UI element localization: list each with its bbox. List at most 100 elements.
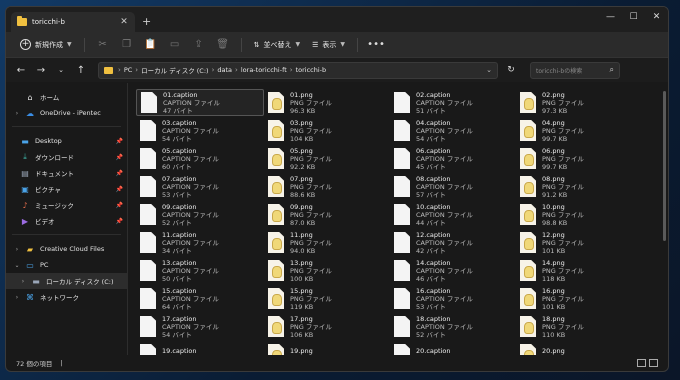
sidebar-item-pictures[interactable]: ▣ ピクチャ 📌 — [6, 181, 127, 197]
file-item[interactable]: 06.png PNG ファイル 99.7 KB — [516, 145, 642, 172]
minimize-button[interactable]: — — [599, 7, 622, 27]
file-item[interactable]: 02.png PNG ファイル 97.3 KB — [516, 89, 642, 116]
file-item[interactable]: 12.caption CAPTION ファイル 42 バイト — [390, 229, 516, 256]
chevron-down-icon[interactable]: ⌄ — [14, 262, 20, 269]
breadcrumb-data[interactable]: data — [217, 66, 232, 74]
file-item[interactable]: 05.png PNG ファイル 92.2 KB — [264, 145, 390, 172]
maximize-button[interactable]: ☐ — [622, 7, 645, 27]
file-item[interactable]: 20.captionCAPTION ファイル — [390, 341, 516, 355]
file-item[interactable]: 14.png PNG ファイル 118 KB — [516, 257, 642, 284]
back-arrow-icon[interactable]: ← — [12, 61, 30, 79]
file-item[interactable]: 16.png PNG ファイル 101 KB — [516, 285, 642, 312]
vertical-scrollbar[interactable] — [663, 91, 666, 241]
cut-icon[interactable]: ✂ — [91, 35, 115, 55]
breadcrumb-local-disk[interactable]: ローカル ディスク (C:) — [141, 65, 208, 75]
file-item[interactable]: 09.caption CAPTION ファイル 52 バイト — [136, 201, 264, 228]
sidebar-item-desktop[interactable]: ▬ Desktop 📌 — [6, 133, 127, 149]
sidebar-item-documents[interactable]: ▤ ドキュメント 📌 — [6, 165, 127, 181]
file-item[interactable]: 15.caption CAPTION ファイル 64 バイト — [136, 285, 264, 312]
delete-icon[interactable]: 🗑 — [211, 35, 235, 55]
file-item[interactable]: 01.caption CAPTION ファイル 47 バイト — [136, 89, 264, 116]
address-bar[interactable]: › PC › ローカル ディスク (C:) › data › lora-tori… — [98, 61, 498, 79]
file-name: 11.png — [290, 230, 313, 239]
file-item[interactable]: 01.png PNG ファイル 96.3 KB — [264, 89, 390, 116]
refresh-icon[interactable]: ↻ — [502, 62, 520, 79]
sidebar-item-music[interactable]: ♪ ミュージック 📌 — [6, 197, 127, 213]
sidebar-item-local-disk[interactable]: › ▬ ローカル ディスク (C:) — [6, 273, 127, 289]
file-item[interactable]: 11.caption CAPTION ファイル 34 バイト — [136, 229, 264, 256]
search-box[interactable]: toricchi-bの検索 ⌕ — [530, 61, 620, 79]
sidebar-item-home[interactable]: ⌂ ホーム — [6, 89, 127, 105]
tiles-view-icon[interactable] — [649, 359, 658, 367]
rename-icon[interactable]: ▭ — [163, 35, 187, 55]
file-item[interactable]: 17.caption CAPTION ファイル 54 バイト — [136, 313, 264, 340]
sidebar-item-downloads[interactable]: ⤓ ダウンロード 📌 — [6, 149, 127, 165]
file-item[interactable]: 02.caption CAPTION ファイル 51 バイト — [390, 89, 516, 116]
file-item[interactable]: 19.pngPNG ファイル — [264, 341, 390, 355]
recent-chevron-icon[interactable]: ⌄ — [52, 61, 70, 79]
file-item[interactable]: 14.caption CAPTION ファイル 46 バイト — [390, 257, 516, 284]
details-view-icon[interactable] — [637, 359, 646, 367]
file-item[interactable]: 04.caption CAPTION ファイル 54 バイト — [390, 117, 516, 144]
file-meta: 12.png PNG ファイル 101 KB — [542, 231, 584, 255]
share-icon[interactable]: ⇪ — [187, 35, 211, 55]
chevron-right-icon[interactable]: › — [20, 278, 26, 285]
chevron-right-icon[interactable]: › — [14, 246, 20, 253]
chevron-right-icon: › — [135, 66, 139, 74]
file-meta: 08.caption CAPTION ファイル 57 バイト — [416, 175, 473, 199]
file-item[interactable]: 10.caption CAPTION ファイル 44 バイト — [390, 201, 516, 228]
file-item[interactable]: 04.png PNG ファイル 99.7 KB — [516, 117, 642, 144]
breadcrumb-pc[interactable]: PC — [124, 66, 132, 74]
sidebar-item-creative-cloud[interactable]: › ▰ Creative Cloud Files — [6, 241, 127, 257]
file-item[interactable]: 12.png PNG ファイル 101 KB — [516, 229, 642, 256]
file-item[interactable]: 05.caption CAPTION ファイル 60 バイト — [136, 145, 264, 172]
view-button[interactable]: ☰ 表示 ▼ — [306, 35, 351, 55]
file-item[interactable]: 07.png PNG ファイル 88.6 KB — [264, 173, 390, 200]
pin-icon: 📌 — [115, 153, 123, 161]
file-size: 101 KB — [542, 302, 566, 311]
sidebar-item-videos[interactable]: ▶ ビデオ 📌 — [6, 213, 127, 229]
file-item[interactable]: 06.caption CAPTION ファイル 45 バイト — [390, 145, 516, 172]
file-item[interactable]: 16.caption CAPTION ファイル 53 バイト — [390, 285, 516, 312]
copy-icon[interactable]: ❐ — [115, 35, 139, 55]
tab-close-icon[interactable]: ✕ — [119, 17, 129, 27]
new-button[interactable]: + 新規作成 ▼ — [14, 35, 78, 55]
file-item[interactable]: 18.png PNG ファイル 110 KB — [516, 313, 642, 340]
address-dropdown-icon[interactable]: ⌄ — [486, 66, 492, 74]
more-options-button[interactable]: ••• — [364, 35, 388, 55]
file-item[interactable]: 11.png PNG ファイル 94.0 KB — [264, 229, 390, 256]
file-name: 08.caption — [416, 174, 451, 183]
file-item[interactable]: 20.pngPNG ファイル — [516, 341, 642, 355]
breadcrumb-toricchi-b[interactable]: toricchi-b — [296, 66, 327, 74]
file-item[interactable]: 09.png PNG ファイル 87.0 KB — [264, 201, 390, 228]
sidebar-item-pc[interactable]: ⌄ ▭ PC — [6, 257, 127, 273]
sort-button[interactable]: ⇅ 並べ替え ▼ — [248, 35, 307, 55]
file-item[interactable]: 03.png PNG ファイル 104 KB — [264, 117, 390, 144]
forward-arrow-icon[interactable]: → — [32, 61, 50, 79]
up-arrow-icon[interactable]: ↑ — [72, 61, 90, 79]
new-tab-button[interactable]: + — [142, 15, 151, 28]
file-item[interactable]: 15.png PNG ファイル 119 KB — [264, 285, 390, 312]
file-item[interactable]: 03.caption CAPTION ファイル 54 バイト — [136, 117, 264, 144]
file-item[interactable]: 19.captionCAPTION ファイル — [136, 341, 264, 355]
file-item[interactable]: 08.png PNG ファイル 91.2 KB — [516, 173, 642, 200]
file-size: 88.6 KB — [290, 190, 316, 199]
chevron-right-icon[interactable]: › — [14, 110, 20, 117]
paste-icon[interactable]: 📋 — [139, 35, 163, 55]
tab-toricchi-b[interactable]: toricchi-b ✕ — [11, 12, 135, 32]
file-item[interactable]: 07.caption CAPTION ファイル 53 バイト — [136, 173, 264, 200]
view-icon: ☰ — [312, 40, 319, 49]
sidebar-item-network[interactable]: › ⌘ ネットワーク — [6, 289, 127, 305]
file-item[interactable]: 13.caption CAPTION ファイル 50 バイト — [136, 257, 264, 284]
sidebar-item-onedrive[interactable]: › ☁ OneDrive - iPentec — [6, 105, 127, 121]
file-item[interactable]: 08.caption CAPTION ファイル 57 バイト — [390, 173, 516, 200]
file-size: 92.2 KB — [290, 162, 316, 171]
breadcrumb-lora-toricchi-ft[interactable]: lora-toricchi-ft — [241, 66, 287, 74]
file-item[interactable]: 13.png PNG ファイル 100 KB — [264, 257, 390, 284]
file-item[interactable]: 10.png PNG ファイル 98.8 KB — [516, 201, 642, 228]
file-item[interactable]: 18.caption CAPTION ファイル 52 バイト — [390, 313, 516, 340]
chevron-right-icon[interactable]: › — [14, 294, 20, 301]
file-item[interactable]: 17.png PNG ファイル 106 KB — [264, 313, 390, 340]
close-button[interactable]: ✕ — [645, 7, 668, 27]
file-meta: 11.png PNG ファイル 94.0 KB — [290, 231, 332, 255]
